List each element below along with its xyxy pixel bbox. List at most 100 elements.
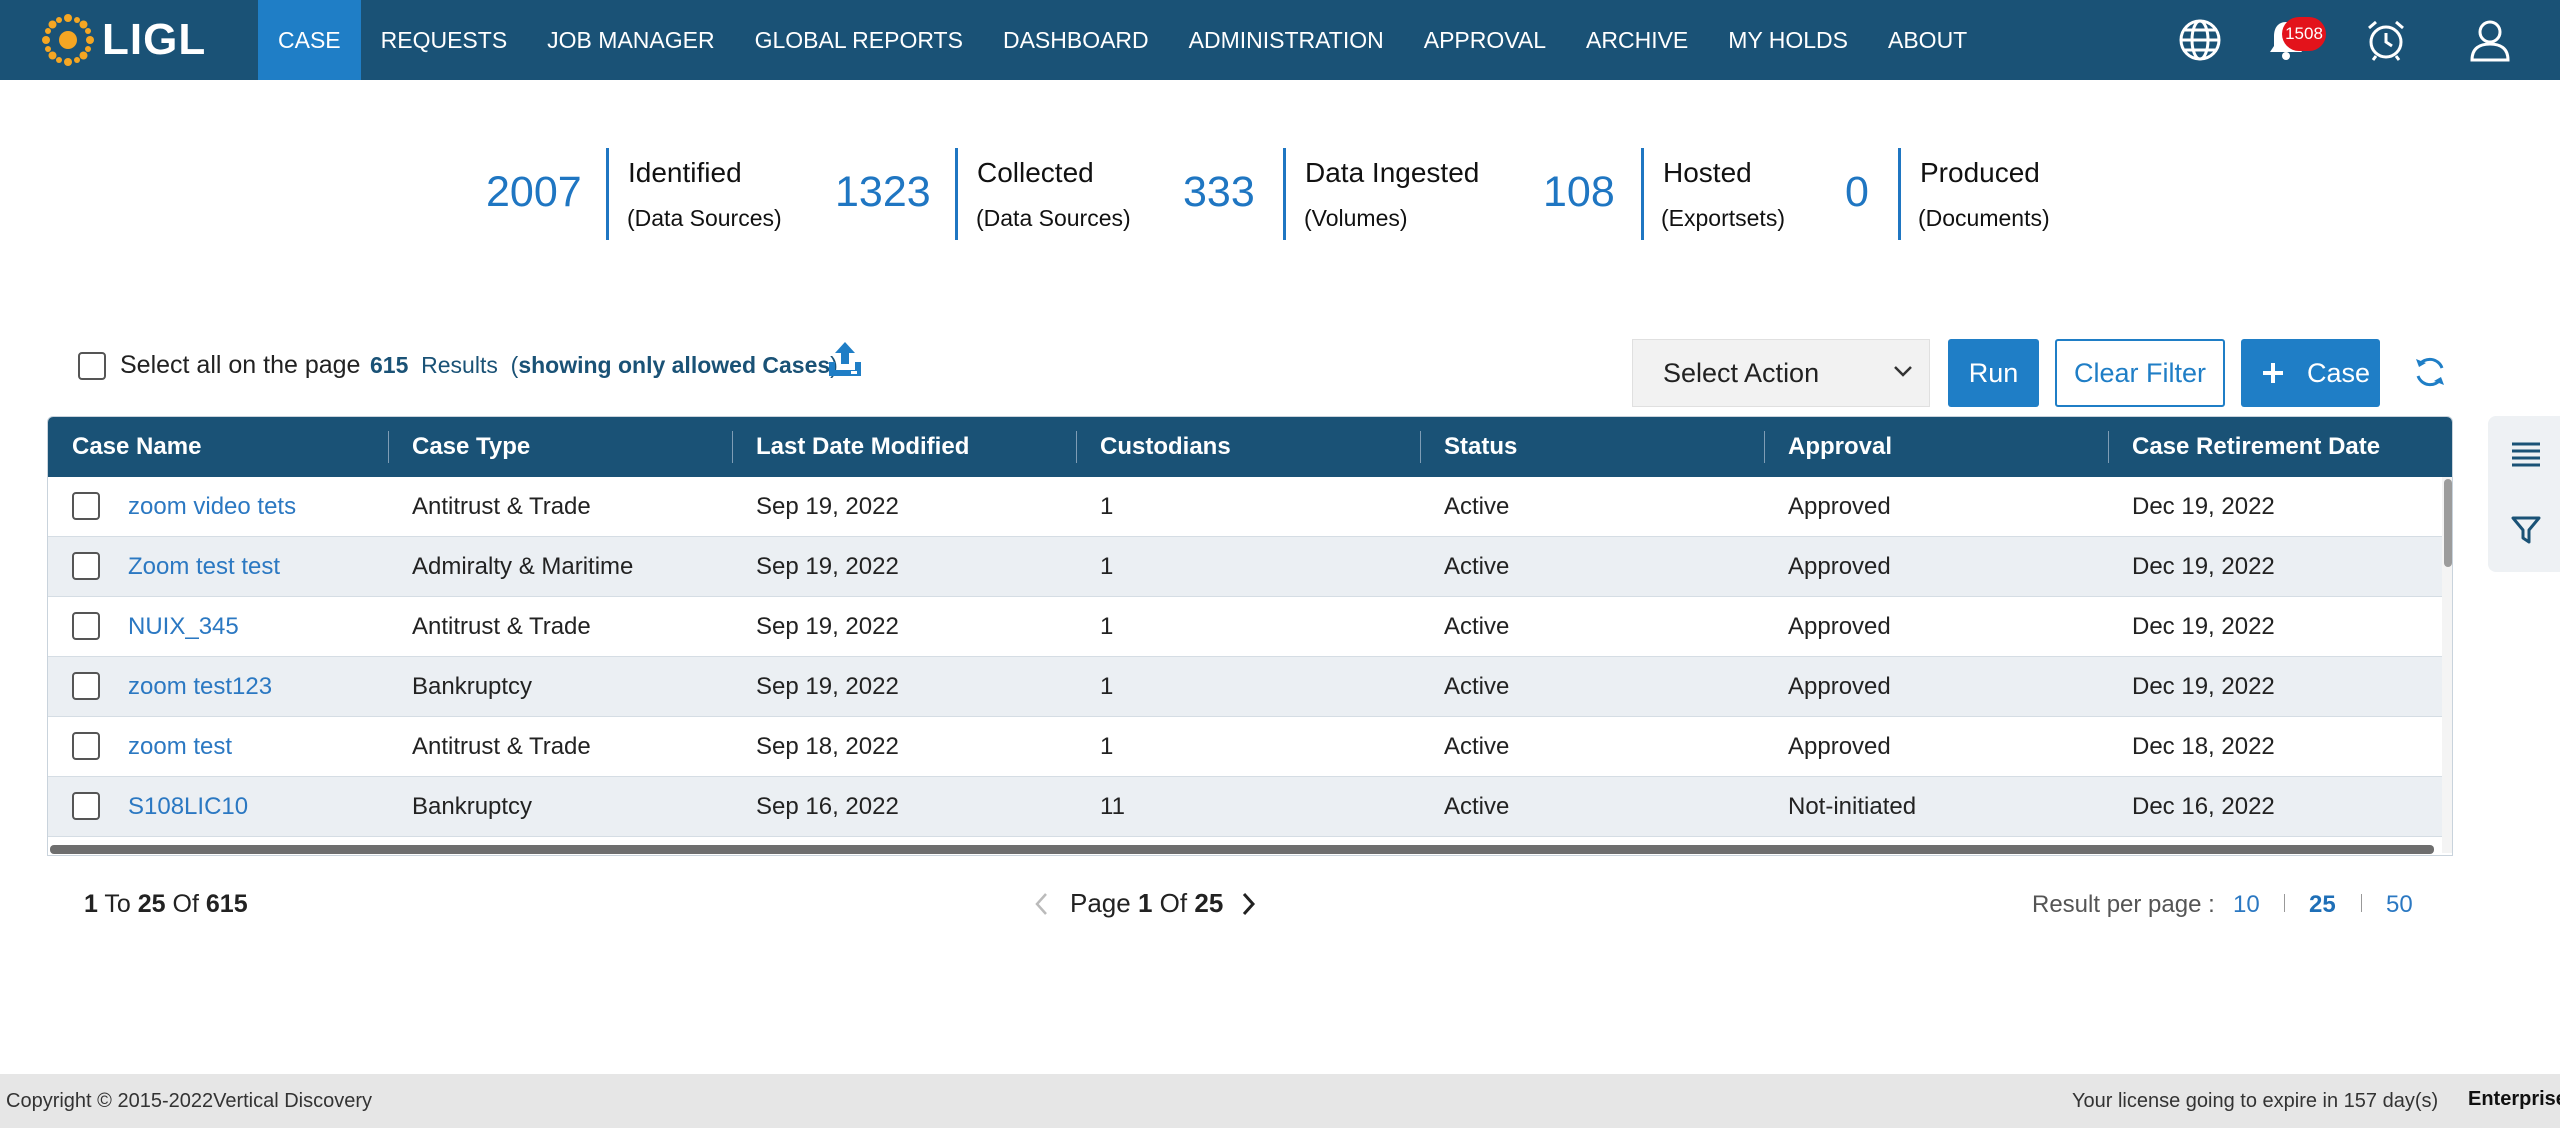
custodians-cell: 1 [1100, 673, 1114, 700]
row-checkbox[interactable] [72, 792, 100, 820]
upload-icon[interactable] [827, 340, 863, 380]
column-divider[interactable] [732, 431, 733, 463]
column-divider[interactable] [1076, 431, 1077, 463]
globe-icon[interactable] [2178, 18, 2222, 62]
col-case-name[interactable]: Case Name [72, 417, 201, 477]
custodians-cell: 11 [1100, 793, 1125, 820]
run-button[interactable]: Run [1948, 339, 2039, 407]
status-cell: Active [1444, 673, 1510, 700]
stat-hosted-value: 108 [1543, 168, 1615, 216]
vertical-scrollbar-thumb[interactable] [2444, 479, 2452, 567]
status-cell: Active [1444, 493, 1510, 520]
ligl-logo[interactable]: LIGL [40, 14, 206, 66]
status-cell: Active [1444, 613, 1510, 640]
clear-filter-button[interactable]: Clear Filter [2055, 339, 2225, 407]
rpp-option-25[interactable]: 25 [2309, 891, 2336, 919]
select-all-checkbox[interactable] [78, 352, 106, 380]
nav-dashboard[interactable]: DASHBOARD [983, 0, 1169, 80]
table-row[interactable]: S108LIC10 Bankruptcy Sep 16, 2022 11 Act… [48, 777, 2446, 837]
case-name-link[interactable]: S108LIC10 [128, 777, 248, 837]
col-case-type[interactable]: Case Type [412, 417, 530, 477]
horizontal-scrollbar[interactable] [50, 845, 2434, 854]
row-checkbox[interactable] [72, 612, 100, 640]
filter-icon[interactable] [2510, 514, 2542, 546]
refresh-icon[interactable] [2412, 354, 2448, 390]
table-row[interactable]: zoom test Antitrust & Trade Sep 18, 2022… [48, 717, 2446, 777]
retirement-date-cell: Dec 19, 2022 [2132, 553, 2275, 580]
user-icon[interactable] [2468, 18, 2512, 62]
table-row[interactable]: zoom video tets Antitrust & Trade Sep 19… [48, 477, 2446, 537]
case-name-link[interactable]: zoom test123 [128, 657, 272, 717]
custodians-cell: 1 [1100, 733, 1114, 760]
table-row[interactable]: NUIX_345 Antitrust & Trade Sep 19, 2022 … [48, 597, 2446, 657]
previous-page-icon[interactable] [1032, 890, 1050, 918]
col-approval[interactable]: Approval [1788, 417, 1892, 477]
nav-administration[interactable]: ADMINISTRATION [1169, 0, 1404, 80]
case-type-cell: Bankruptcy [412, 673, 533, 700]
col-custodians[interactable]: Custodians [1100, 417, 1231, 477]
last-modified-cell: Sep 19, 2022 [756, 553, 899, 580]
stat-divider [1283, 148, 1286, 240]
nav-archive[interactable]: ARCHIVE [1566, 0, 1708, 80]
license-expiry-text: Your license going to expire in 157 day(… [2072, 1090, 2439, 1112]
rpp-option-10[interactable]: 10 [2233, 891, 2260, 919]
chevron-down-icon [1894, 366, 1912, 377]
approval-cell: Not-initiated [1788, 793, 1917, 820]
copyright-text: Copyright © 2015-2022Vertical Discovery [6, 1090, 373, 1112]
case-name-link[interactable]: NUIX_345 [128, 597, 239, 657]
range-to-word: To [104, 890, 131, 918]
select-action-dropdown[interactable]: Select Action [1632, 339, 1930, 407]
row-checkbox[interactable] [72, 672, 100, 700]
next-page-icon[interactable] [1240, 890, 1258, 918]
sun-logo-icon [42, 14, 94, 66]
stat-hosted-sub: (Exportsets) [1661, 205, 1785, 231]
table-row[interactable]: zoom test123 Bankruptcy Sep 19, 2022 1 A… [48, 657, 2446, 717]
case-type-cell: Antitrust & Trade [412, 733, 591, 760]
status-cell: Active [1444, 793, 1510, 820]
approval-cell: Approved [1788, 553, 1891, 580]
col-status[interactable]: Status [1444, 417, 1517, 477]
nav-requests[interactable]: REQUESTS [361, 0, 528, 80]
case-name-link[interactable]: zoom test [128, 717, 232, 777]
table-row[interactable]: Zoom test test Admiralty & Maritime Sep … [48, 537, 2446, 597]
row-checkbox[interactable] [72, 492, 100, 520]
stat-identified-sub: (Data Sources) [627, 205, 782, 231]
select-all-label: Select all on the page [120, 351, 361, 379]
row-checkbox[interactable] [72, 552, 100, 580]
nav-case[interactable]: CASE [258, 0, 361, 80]
nav-global-reports[interactable]: GLOBAL REPORTS [735, 0, 983, 80]
results-summary: 615 Results (showing only allowed Cases) [370, 352, 838, 379]
range-from: 1 [84, 890, 98, 918]
last-modified-cell: Sep 18, 2022 [756, 733, 899, 760]
footer: Copyright © 2015-2022Vertical Discovery … [0, 1074, 2560, 1128]
column-list-icon[interactable] [2510, 440, 2542, 468]
stat-divider [1641, 148, 1644, 240]
alarm-clock-icon[interactable] [2364, 18, 2408, 62]
custodians-cell: 1 [1100, 553, 1114, 580]
status-cell: Active [1444, 733, 1510, 760]
nav-about[interactable]: ABOUT [1868, 0, 1987, 80]
stat-divider [955, 148, 958, 240]
rpp-divider [2284, 894, 2285, 912]
page-word: Page [1070, 888, 1131, 918]
row-checkbox[interactable] [72, 732, 100, 760]
rpp-option-50[interactable]: 50 [2386, 891, 2413, 919]
case-name-link[interactable]: Zoom test test [128, 537, 280, 597]
plus-icon [2263, 363, 2283, 383]
retirement-date-cell: Dec 18, 2022 [2132, 733, 2275, 760]
nav-approval[interactable]: APPROVAL [1404, 0, 1566, 80]
column-divider[interactable] [388, 431, 389, 463]
col-case-retirement-date[interactable]: Case Retirement Date [2132, 417, 2380, 477]
column-divider[interactable] [2108, 431, 2109, 463]
results-count: 615 [370, 352, 409, 378]
column-divider[interactable] [1420, 431, 1421, 463]
col-last-date-modified[interactable]: Last Date Modified [756, 417, 969, 477]
add-case-button[interactable]: Case [2241, 339, 2380, 407]
nav-my-holds[interactable]: MY HOLDS [1708, 0, 1868, 80]
case-name-link[interactable]: zoom video tets [128, 477, 296, 537]
nav-job-manager[interactable]: JOB MANAGER [527, 0, 734, 80]
stat-divider [1898, 148, 1901, 240]
column-divider[interactable] [1764, 431, 1765, 463]
stat-identified-label: Identified [628, 157, 742, 188]
last-modified-cell: Sep 19, 2022 [756, 673, 899, 700]
